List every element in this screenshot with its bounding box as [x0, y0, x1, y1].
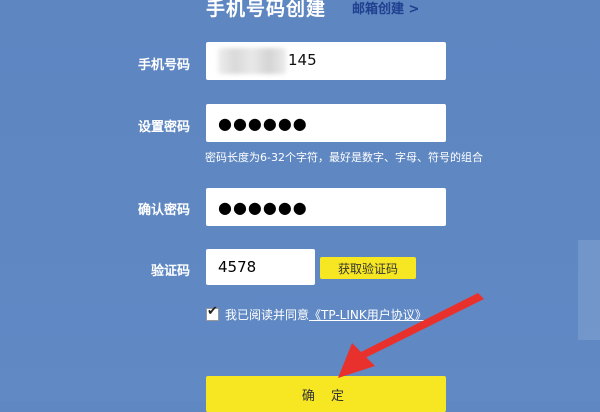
password-input[interactable]: ●●●●●● — [206, 104, 446, 142]
arrow-head — [338, 343, 375, 378]
code-value: 4578 — [218, 258, 257, 276]
arrow-shaft — [361, 293, 484, 358]
password-hint: 密码长度为6-32个字符，最好是数字、字母、符号的组合 — [205, 151, 483, 164]
code-label: 验证码 — [150, 264, 190, 279]
agreement-checkbox[interactable]: ✔ — [206, 304, 219, 321]
page: 手机号码创建 邮箱创建 > 手机号码 145 设置密码 ●●●●●● 密码长度为… — [0, 0, 600, 412]
submit-button[interactable]: 确 定 — [206, 376, 446, 412]
password-value: ●●●●●● — [218, 113, 308, 133]
agreement-text: 我已阅读并同意 — [225, 308, 310, 322]
password-label: 设置密码 — [137, 120, 190, 135]
confirm-password-input[interactable]: ●●●●●● — [206, 188, 446, 226]
code-input[interactable]: 4578 — [206, 249, 315, 285]
agreement-row: ✔ 我已阅读并同意 《TP-LINK用户协议》 — [206, 304, 427, 323]
page-title: 手机号码创建 — [206, 0, 327, 20]
agreement-link[interactable]: 《TP-LINK用户协议》 — [309, 306, 427, 323]
get-code-button[interactable]: 获取验证码 — [320, 257, 416, 279]
email-create-link[interactable]: 邮箱创建 > — [352, 0, 419, 17]
check-icon: ✔ — [207, 304, 218, 319]
phone-input[interactable]: 145 — [206, 42, 446, 80]
edge-panel — [578, 240, 600, 340]
phone-value: 145 — [288, 51, 317, 69]
phone-blur-mask — [218, 48, 286, 74]
confirm-password-value: ●●●●●● — [218, 197, 308, 217]
phone-label: 手机号码 — [137, 58, 190, 73]
confirm-password-label: 确认密码 — [137, 203, 190, 218]
